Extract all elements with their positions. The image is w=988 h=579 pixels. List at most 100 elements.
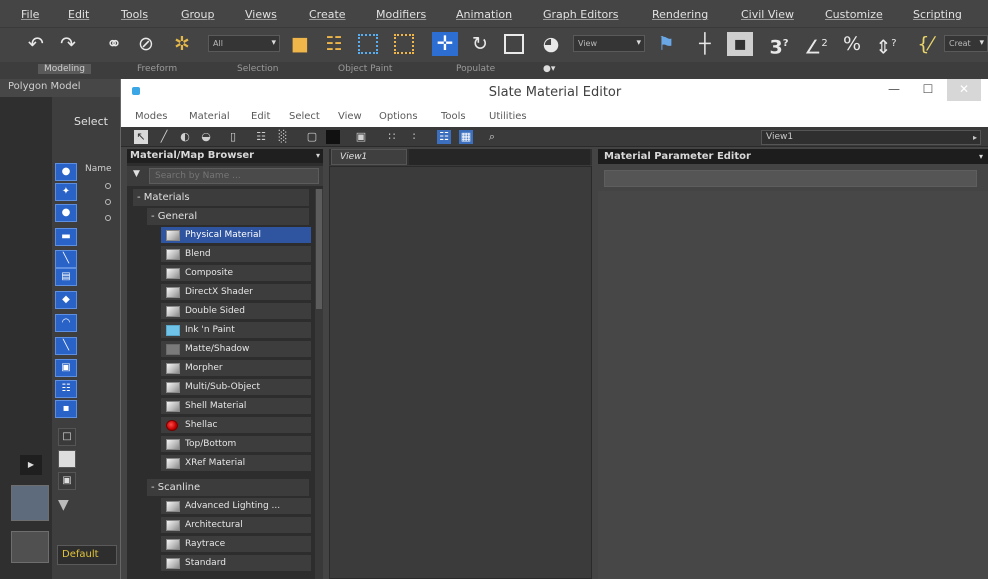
scene-item-dot[interactable] xyxy=(105,215,111,221)
slate-menu-options[interactable]: Options xyxy=(379,111,418,122)
maximize-button[interactable]: ☐ xyxy=(911,79,945,101)
display-shapes-icon[interactable]: ✦ xyxy=(55,183,77,201)
slate-menu-edit[interactable]: Edit xyxy=(251,111,270,122)
edit-named-selection-icon[interactable]: {⁄ xyxy=(912,31,938,57)
show-background-icon[interactable] xyxy=(326,130,340,144)
slate-menu-tools[interactable]: Tools xyxy=(441,111,466,122)
ribbon-tab-freeform[interactable]: Freeform xyxy=(137,64,177,74)
display-bones-icon[interactable]: ╲ xyxy=(55,337,77,355)
menu-group[interactable]: Group xyxy=(181,8,215,21)
polygon-modeling-bar[interactable]: Polygon Model xyxy=(0,79,120,97)
search-by-name-input[interactable] xyxy=(149,168,319,184)
select-object-icon[interactable]: ■ xyxy=(288,31,312,57)
current-layer-default[interactable]: Default xyxy=(57,545,117,565)
create-selection-set-field[interactable]: Creat xyxy=(944,35,988,52)
material-item[interactable]: Architectural xyxy=(161,517,311,534)
rect-selection-region-icon[interactable] xyxy=(358,34,378,54)
display-lights-icon[interactable]: ● xyxy=(55,204,77,222)
node-view-canvas[interactable] xyxy=(329,166,592,579)
menu-rendering[interactable]: Rendering xyxy=(652,8,708,21)
ribbon-options-icon[interactable]: ●▾ xyxy=(543,64,555,74)
angle-snap-icon[interactable]: ∠2 xyxy=(802,31,830,58)
link-icon[interactable]: ⚭ xyxy=(102,31,126,57)
material-item[interactable]: Shellac xyxy=(161,417,311,434)
put-to-scene-icon[interactable]: ◐ xyxy=(178,130,192,144)
keyboard-shortcut-override-icon[interactable]: ▪ xyxy=(727,32,753,56)
slate-menu-material[interactable]: Material xyxy=(189,111,230,122)
material-item[interactable]: Physical Material xyxy=(161,227,311,244)
slate-menu-view[interactable]: View xyxy=(338,111,362,122)
scene-explorer-button[interactable] xyxy=(11,485,49,521)
redo-icon[interactable]: ↷ xyxy=(56,31,80,57)
display-invert-icon[interactable]: ▣ xyxy=(58,472,76,490)
material-item[interactable]: Composite xyxy=(161,265,311,282)
select-manipulate-icon[interactable]: ┼ xyxy=(692,31,718,57)
material-item[interactable]: Double Sided xyxy=(161,303,311,320)
view-selector-dropdown[interactable]: View1 xyxy=(761,130,981,145)
menu-scripting[interactable]: Scripting xyxy=(913,8,962,21)
window-crossing-icon[interactable] xyxy=(394,34,414,54)
view-tab-view1[interactable]: View1 xyxy=(331,149,407,165)
select-and-scale-icon[interactable] xyxy=(504,34,524,54)
ribbon-tab-object-paint[interactable]: Object Paint xyxy=(338,64,392,74)
slate-menu-utilities[interactable]: Utilities xyxy=(489,111,527,122)
select-and-move-icon[interactable]: ✛ xyxy=(432,32,458,56)
place-icon[interactable]: ◕ xyxy=(538,31,564,57)
display-groups-icon[interactable]: ◆ xyxy=(55,291,77,309)
slate-menu-select[interactable]: Select xyxy=(289,111,320,122)
subgroup-scanline[interactable]: - Scanline xyxy=(147,479,309,496)
material-item[interactable]: Blend xyxy=(161,246,311,263)
menu-animation[interactable]: Animation xyxy=(456,8,512,21)
reference-coordinate-dropdown[interactable]: View xyxy=(573,35,645,52)
material-item[interactable]: Standard xyxy=(161,555,311,572)
menu-graph-editors[interactable]: Graph Editors xyxy=(543,8,619,21)
scene-item-dot[interactable] xyxy=(105,183,111,189)
select-tool-icon[interactable]: ↖ xyxy=(134,130,148,144)
display-hidden-icon[interactable]: ▪ xyxy=(55,400,77,418)
material-item[interactable]: XRef Material xyxy=(161,455,311,472)
spinner-snap-icon[interactable]: ⇕? xyxy=(872,31,900,58)
bind-space-warp-icon[interactable]: ✲ xyxy=(168,31,196,57)
material-item[interactable]: Matte/Shadow xyxy=(161,341,311,358)
selection-filter-dropdown[interactable]: All xyxy=(208,35,280,52)
parameter-name-field[interactable] xyxy=(604,170,977,187)
select-by-material-icon[interactable]: ⌕ xyxy=(485,130,499,144)
browser-header[interactable]: Material/Map Browser xyxy=(127,149,323,163)
scene-select-label[interactable]: Select xyxy=(74,115,108,128)
material-map-browser-toggle-icon[interactable]: ☷ xyxy=(437,130,451,144)
display-containers-icon[interactable]: ▣ xyxy=(55,359,77,377)
parameter-editor-toggle-icon[interactable]: ▦ xyxy=(459,130,473,144)
material-item[interactable]: Multi/Sub-Object xyxy=(161,379,311,396)
subgroup-general[interactable]: - General xyxy=(147,208,309,225)
menu-tools[interactable]: Tools xyxy=(121,8,148,21)
display-frozen-icon[interactable]: ☷ xyxy=(55,380,77,398)
expand-arrow-icon[interactable]: ▶ xyxy=(20,455,42,475)
material-item[interactable]: Ink 'n Paint xyxy=(161,322,311,339)
group-materials[interactable]: - Materials xyxy=(133,189,309,206)
display-cameras-icon[interactable]: ▬ xyxy=(55,228,77,246)
display-all-icon[interactable]: □ xyxy=(58,428,76,446)
layout-all-icon[interactable]: ∷ xyxy=(385,130,399,144)
select-and-rotate-icon[interactable]: ↻ xyxy=(468,31,492,57)
unlink-icon[interactable]: ⊘ xyxy=(134,31,158,57)
menu-customize[interactable]: Customize xyxy=(825,8,883,21)
pivot-center-icon[interactable]: ⚑ xyxy=(652,31,680,57)
display-helpers-icon[interactable]: ╲ xyxy=(55,250,77,268)
menu-modifiers[interactable]: Modifiers xyxy=(376,8,426,21)
percent-snap-icon[interactable]: % xyxy=(838,31,866,57)
close-button[interactable]: ✕ xyxy=(947,79,981,101)
menu-file[interactable]: File xyxy=(21,8,39,21)
search-options-icon[interactable]: ▼ xyxy=(133,169,140,179)
display-geometry-icon[interactable]: ● xyxy=(55,163,77,181)
layout-children-icon[interactable]: ∶ xyxy=(407,130,421,144)
show-map-in-viewport-icon[interactable]: ▢ xyxy=(305,130,319,144)
filter-icon[interactable]: ▼ xyxy=(58,498,72,512)
material-item[interactable]: Raytrace xyxy=(161,536,311,553)
display-space-warps-icon[interactable]: ▤ xyxy=(55,268,77,286)
menu-edit[interactable]: Edit xyxy=(68,8,89,21)
move-children-icon[interactable]: ☷ xyxy=(254,130,268,144)
display-xrefs-icon[interactable]: ◠ xyxy=(55,314,77,332)
parameter-editor-header[interactable]: Material Parameter Editor xyxy=(598,149,988,164)
layer-explorer-button[interactable] xyxy=(11,531,49,563)
material-item[interactable]: Advanced Lighting ... xyxy=(161,498,311,515)
